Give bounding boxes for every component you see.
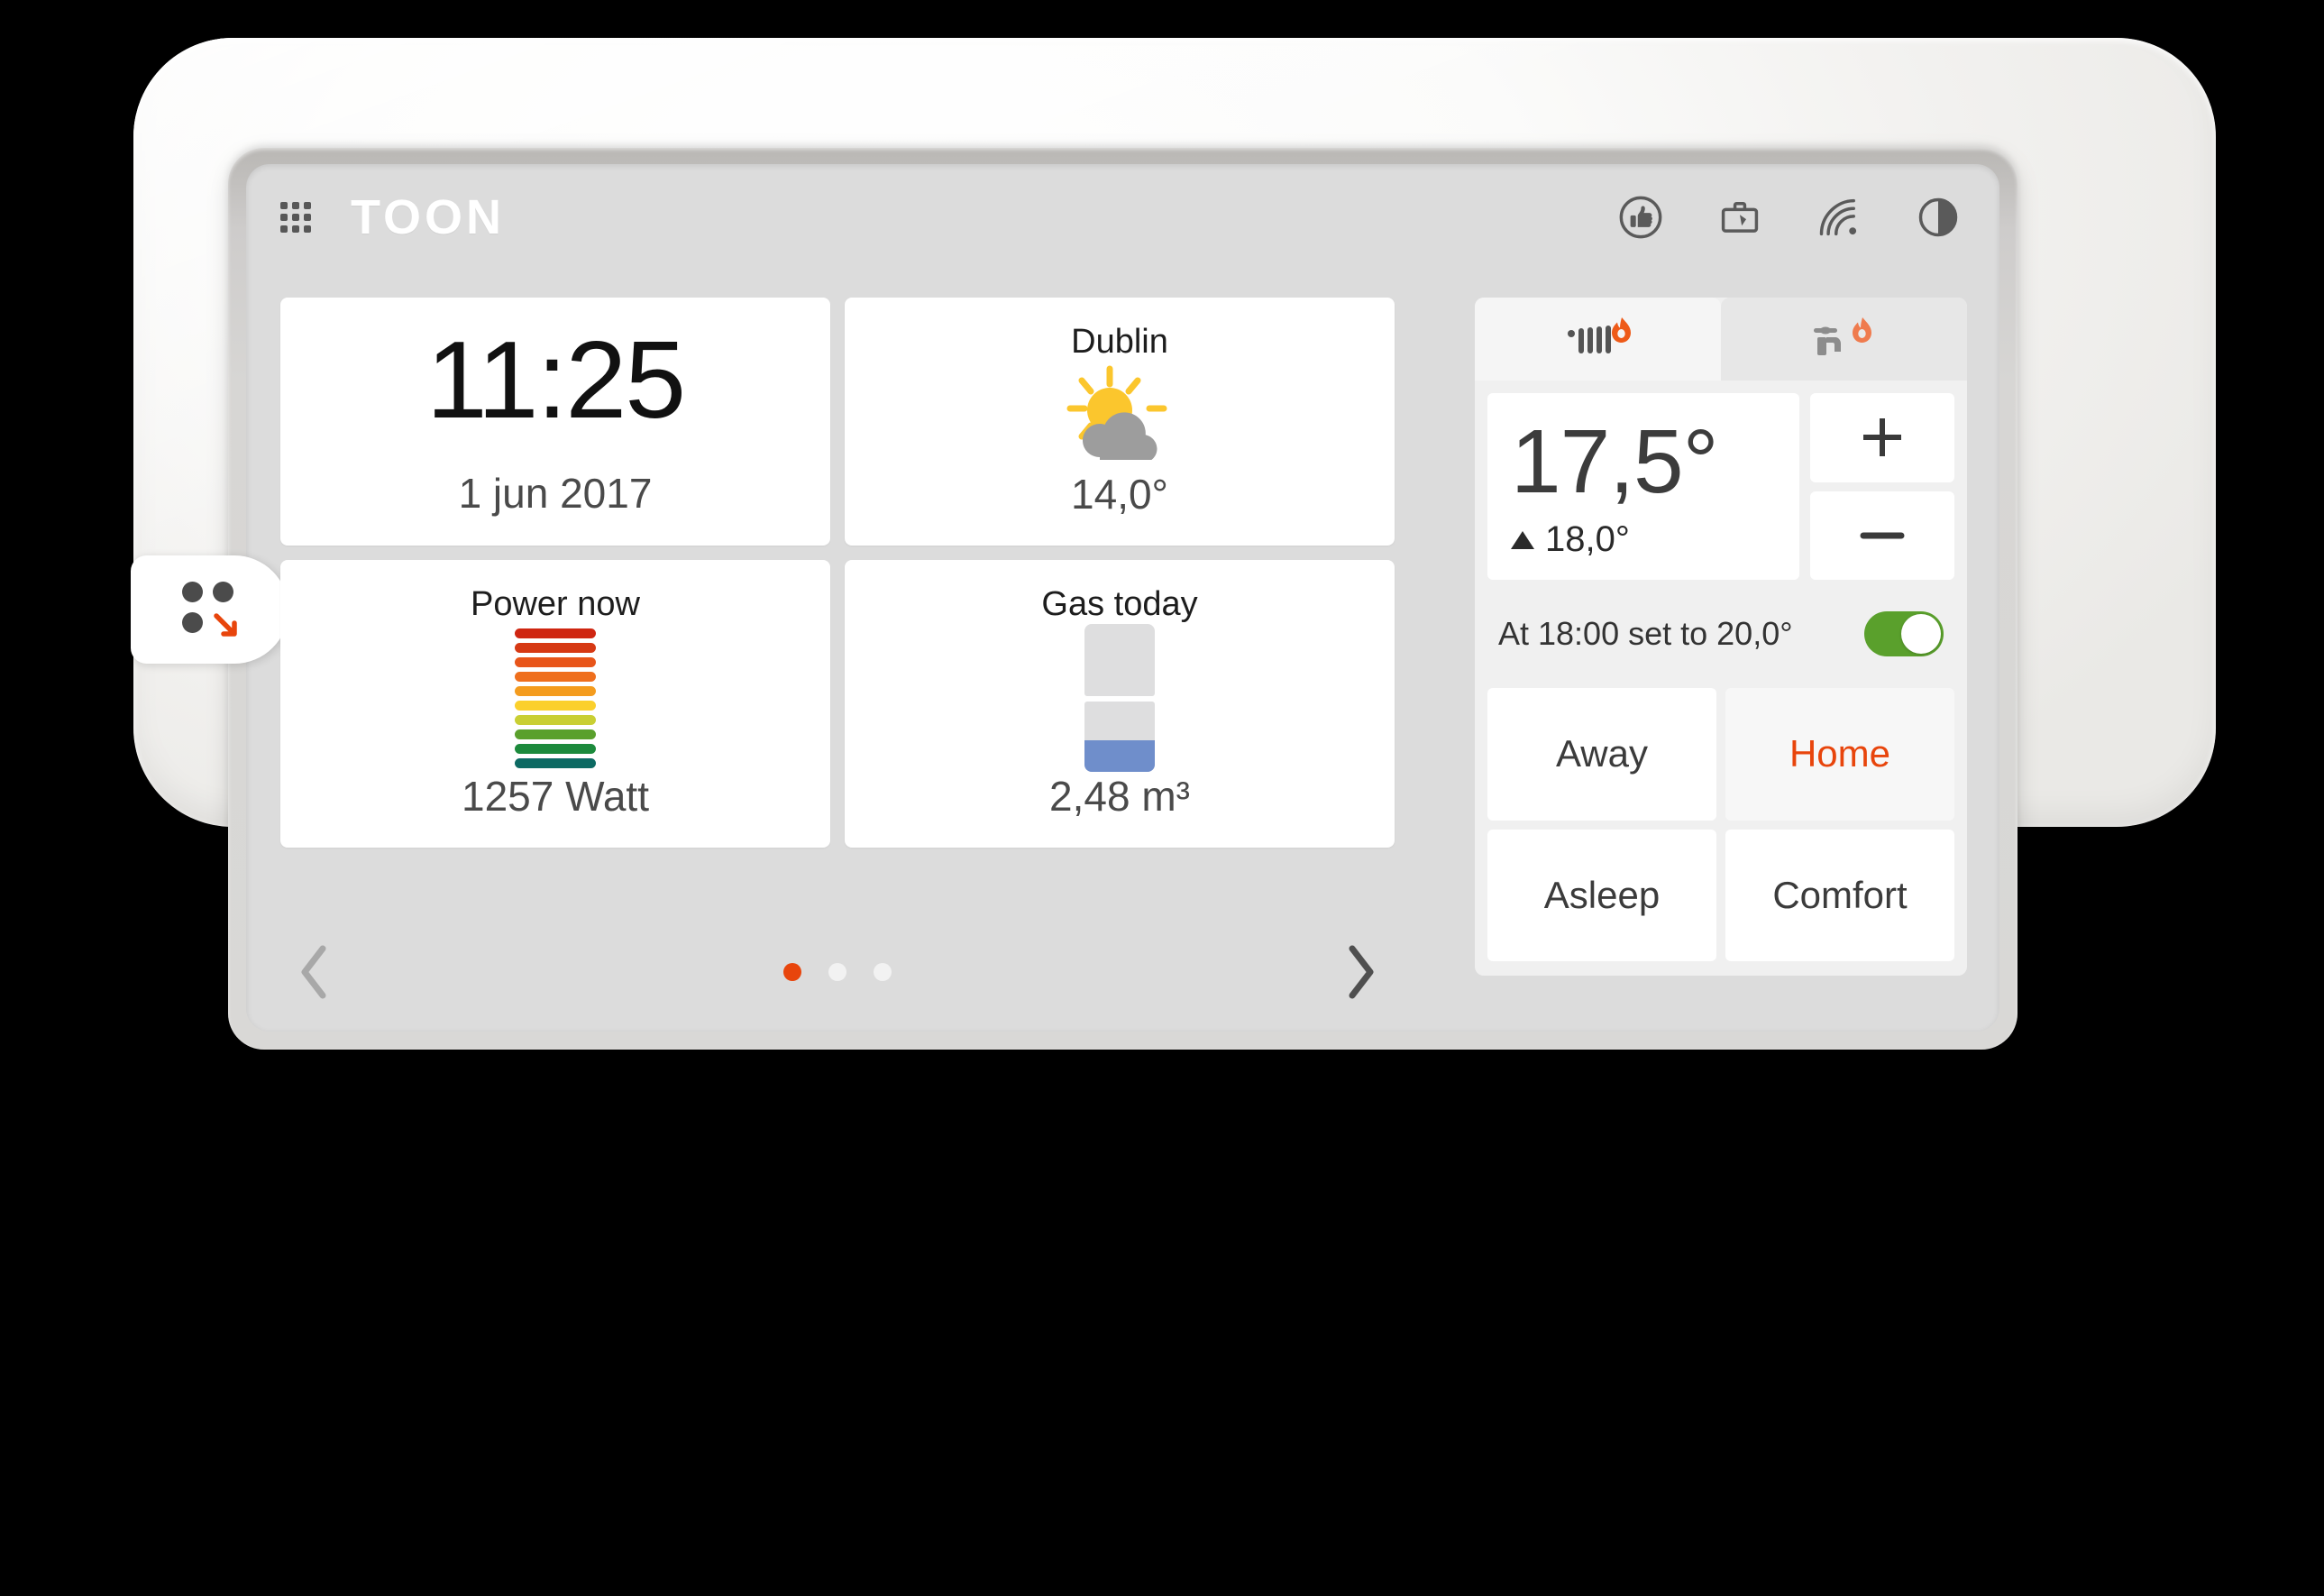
clock-time: 11:25 [425, 317, 686, 441]
program-button-away[interactable]: Away [1487, 688, 1716, 821]
thermostat-tabs [1475, 298, 1967, 381]
power-title: Power now [471, 585, 640, 623]
toon-thermostat-device: TOON 11:25 1 jun 2017 Dublin 14,0° Power… [131, 38, 2216, 1408]
toolbox-icon[interactable] [1716, 194, 1763, 241]
tab-dot [212, 582, 233, 602]
energy-bar [515, 700, 596, 711]
page-dot[interactable] [783, 963, 801, 981]
hot-water-tab[interactable] [1721, 298, 1967, 381]
setpoint-value: 18,0° [1545, 519, 1630, 559]
screen: TOON 11:25 1 jun 2017 Dublin 14,0° Power… [131, 164, 1999, 1032]
program-button-asleep[interactable]: Asleep [1487, 829, 1716, 961]
chevron-right-icon[interactable] [1342, 943, 1378, 1001]
page-navigation [280, 925, 1395, 1019]
top-bar: TOON [246, 164, 1999, 271]
minus-icon [1860, 532, 1905, 539]
gas-value: 2,48 m³ [1049, 773, 1190, 820]
temperature-display[interactable]: 17,5° 18,0° [1487, 393, 1799, 580]
up-triangle-icon [1511, 530, 1534, 549]
clock-date: 1 jun 2017 [458, 469, 653, 517]
grid-dot [292, 202, 299, 209]
weather-city: Dublin [1071, 323, 1168, 361]
program-buttons: Away Home Asleep Comfort [1487, 688, 1954, 961]
power-graphic-wrap [515, 624, 596, 772]
thermostat-controls: 17,5° 18,0° [1475, 381, 1967, 592]
thermostat-panel: 17,5° 18,0° At 18:00 set to 20,0° Away H… [1475, 298, 1967, 976]
grid-dot [304, 214, 311, 221]
gas-graphic-wrap [1084, 624, 1155, 772]
energy-bar [515, 628, 596, 638]
energy-bar [515, 757, 596, 768]
thumbs-up-icon[interactable] [1617, 194, 1664, 241]
dashboard-tiles: 11:25 1 jun 2017 Dublin 14,0° Power now … [280, 298, 1395, 848]
energy-bar [515, 671, 596, 682]
gas-level-icon [1084, 624, 1155, 772]
increase-temperature-button[interactable] [1810, 393, 1954, 482]
tab-dot [181, 582, 203, 602]
program-button-home[interactable]: Home [1725, 688, 1954, 821]
energy-bar [515, 714, 596, 725]
current-temperature: 17,5° [1511, 411, 1719, 512]
grid-dot [304, 202, 311, 209]
grid-menu-icon[interactable] [280, 202, 311, 233]
chevron-left-icon[interactable] [297, 943, 333, 1001]
weather-tile[interactable]: Dublin 14,0° [845, 298, 1395, 546]
temperature-stepper [1810, 393, 1954, 580]
arrow-down-right-icon [213, 613, 237, 637]
energy-bars-icon [515, 628, 596, 768]
energy-bar [515, 743, 596, 754]
grid-dot [292, 214, 299, 221]
screen-bezel: TOON 11:25 1 jun 2017 Dublin 14,0° Power… [131, 148, 2017, 1050]
heating-tab[interactable] [1475, 298, 1721, 381]
page-dots [783, 963, 892, 981]
plus-icon [1863, 418, 1901, 457]
gas-title: Gas today [1041, 585, 1198, 623]
page-dot[interactable] [828, 963, 846, 981]
energy-bar [515, 656, 596, 667]
weather-icon-wrap [1052, 362, 1187, 470]
brand-logo: TOON [351, 190, 506, 244]
energy-bar [515, 729, 596, 739]
contrast-icon[interactable] [1915, 194, 1962, 241]
toggle-knob [1901, 614, 1941, 654]
wifi-icon[interactable] [1816, 194, 1862, 241]
power-tile[interactable]: Power now 1257 Watt [280, 560, 830, 848]
sun-behind-cloud-icon [1066, 365, 1167, 460]
grid-dot [292, 225, 299, 233]
grid-dot [280, 225, 288, 233]
clock-tile[interactable]: 11:25 1 jun 2017 [280, 298, 830, 546]
grid-dot [280, 202, 288, 209]
setpoint-row: 18,0° [1511, 519, 1799, 560]
program-button-comfort[interactable]: Comfort [1725, 829, 1954, 961]
status-icon-group [1617, 194, 1962, 241]
gas-tile[interactable]: Gas today 2,48 m³ [845, 560, 1395, 848]
gas-fill [1084, 739, 1155, 772]
tap-flame-icon [1813, 317, 1871, 355]
three-dots-with-arrow-icon [181, 582, 238, 637]
power-value: 1257 Watt [462, 773, 649, 820]
weather-temperature: 14,0° [1071, 471, 1168, 518]
grid-dot [304, 225, 311, 233]
grid-dot [280, 214, 288, 221]
gas-bar-lower [1084, 702, 1155, 772]
page-dot[interactable] [874, 963, 892, 981]
quick-actions-tab[interactable] [131, 555, 288, 664]
tab-dot [181, 612, 203, 633]
decrease-temperature-button[interactable] [1810, 491, 1954, 580]
radiator-flame-icon [1567, 317, 1631, 353]
energy-bar [515, 685, 596, 696]
schedule-toggle[interactable] [1864, 611, 1944, 656]
schedule-row: At 18:00 set to 20,0° [1475, 592, 1967, 675]
gas-bar-upper [1084, 624, 1155, 696]
energy-bar [515, 642, 596, 653]
schedule-text: At 18:00 set to 20,0° [1498, 615, 1793, 652]
